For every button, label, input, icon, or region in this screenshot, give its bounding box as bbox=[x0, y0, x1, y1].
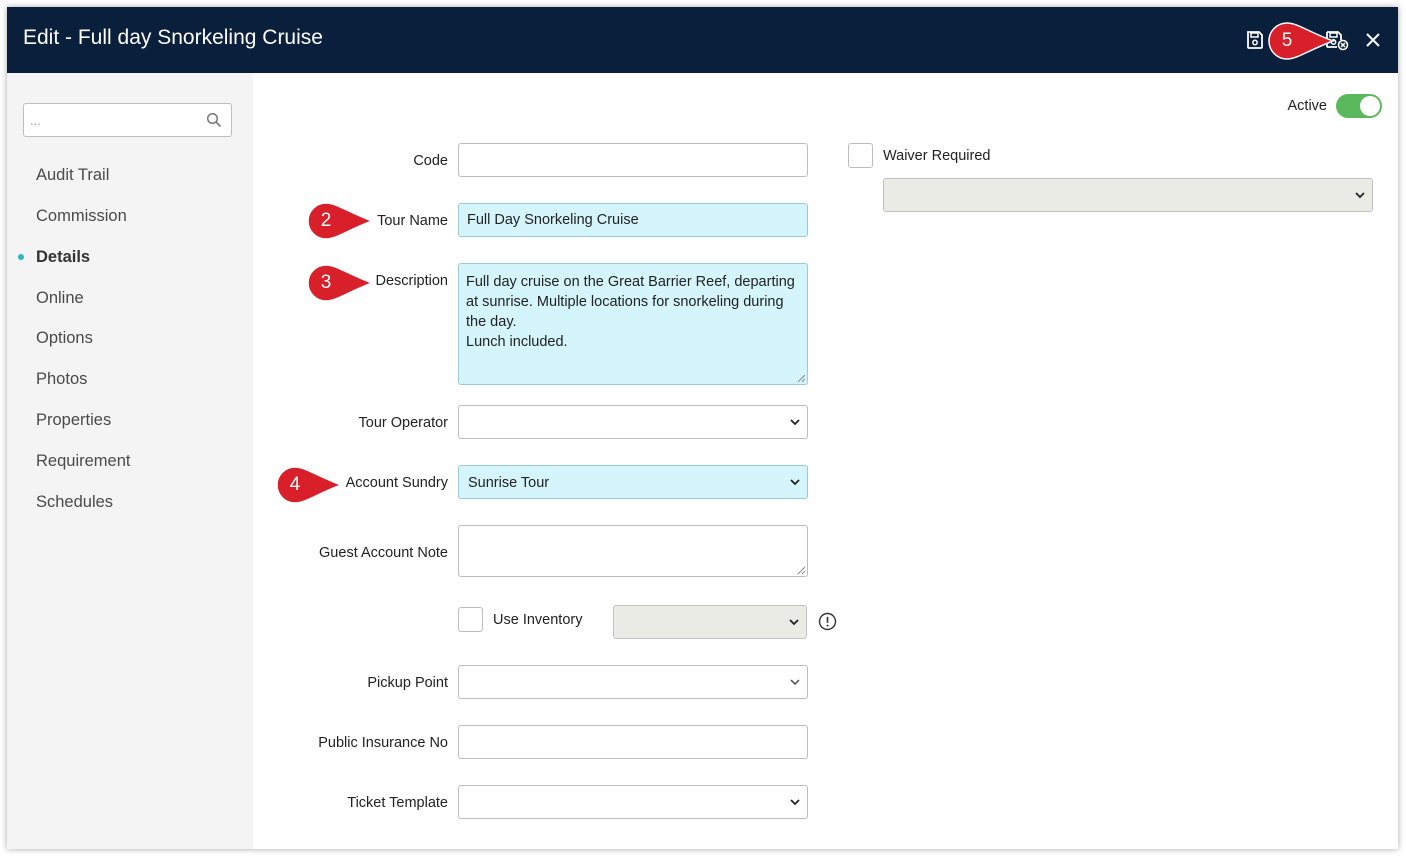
inventory-select bbox=[613, 605, 807, 639]
resize-grip-icon[interactable] bbox=[797, 374, 806, 383]
sidebar-item-photos[interactable]: Photos bbox=[36, 368, 87, 390]
annotation-marker-3: 3 bbox=[306, 263, 376, 303]
annotation-marker-4: 4 bbox=[275, 465, 345, 505]
annotation-marker-5: 5 bbox=[1267, 21, 1337, 61]
tour-name-input[interactable]: Full Day Snorkeling Cruise bbox=[458, 203, 808, 237]
window-title: Edit - Full day Snorkeling Cruise bbox=[23, 26, 323, 49]
sidebar: Audit Trail Commission Details Online Op… bbox=[7, 73, 253, 849]
resize-grip-icon[interactable] bbox=[797, 566, 806, 575]
active-indicator bbox=[18, 254, 24, 260]
tour-operator-select[interactable] bbox=[458, 405, 808, 439]
sidebar-item-online[interactable]: Online bbox=[36, 287, 84, 309]
chevron-down-icon bbox=[790, 679, 800, 685]
public-insurance-label: Public Insurance No bbox=[318, 735, 448, 751]
edit-tour-window: Edit - Full day Snorkeling Cruise Audit … bbox=[7, 7, 1398, 849]
sidebar-item-options[interactable]: Options bbox=[36, 327, 93, 349]
use-inventory-label: Use Inventory bbox=[493, 612, 583, 628]
active-label: Active bbox=[1287, 98, 1328, 114]
chevron-down-icon bbox=[1355, 192, 1365, 199]
description-textarea[interactable]: Full day cruise on the Great Barrier Ree… bbox=[458, 263, 808, 385]
use-inventory-checkbox[interactable] bbox=[458, 607, 483, 632]
public-insurance-input[interactable] bbox=[458, 725, 808, 759]
sidebar-item-details[interactable]: Details bbox=[36, 246, 90, 268]
ticket-template-select[interactable] bbox=[458, 785, 808, 819]
chevron-down-icon bbox=[790, 479, 800, 486]
info-icon[interactable] bbox=[818, 612, 837, 631]
code-label: Code bbox=[413, 153, 448, 169]
sidebar-search[interactable] bbox=[23, 103, 232, 137]
sidebar-item-properties[interactable]: Properties bbox=[36, 409, 111, 431]
search-icon bbox=[206, 112, 222, 128]
title-bar: Edit - Full day Snorkeling Cruise bbox=[7, 7, 1398, 73]
pickup-point-select[interactable] bbox=[458, 665, 808, 699]
sidebar-item-schedules[interactable]: Schedules bbox=[36, 491, 113, 513]
guest-account-note-label: Guest Account Note bbox=[319, 545, 448, 561]
sidebar-item-requirement[interactable]: Requirement bbox=[36, 450, 130, 472]
waiver-required-checkbox[interactable] bbox=[848, 143, 873, 168]
chevron-down-icon bbox=[790, 419, 800, 426]
account-sundry-select[interactable]: Sunrise Tour bbox=[458, 465, 808, 499]
pickup-point-label: Pickup Point bbox=[367, 675, 448, 691]
guest-account-note-textarea[interactable] bbox=[458, 525, 808, 577]
waiver-select bbox=[883, 178, 1373, 212]
close-icon[interactable] bbox=[1361, 28, 1385, 52]
chevron-down-icon bbox=[790, 799, 800, 806]
sidebar-item-audit-trail[interactable]: Audit Trail bbox=[36, 164, 109, 186]
code-input[interactable] bbox=[458, 143, 808, 177]
waiver-required-label: Waiver Required bbox=[883, 148, 991, 164]
save-icon[interactable] bbox=[1243, 28, 1267, 52]
annotation-marker-2: 2 bbox=[306, 201, 376, 241]
ticket-template-label: Ticket Template bbox=[347, 795, 448, 811]
sidebar-item-commission[interactable]: Commission bbox=[36, 205, 127, 227]
toggle-knob bbox=[1360, 96, 1380, 116]
search-input[interactable] bbox=[30, 110, 200, 130]
tour-operator-label: Tour Operator bbox=[358, 415, 448, 431]
account-sundry-value: Sunrise Tour bbox=[468, 475, 550, 491]
active-toggle[interactable] bbox=[1336, 94, 1382, 118]
chevron-down-icon bbox=[789, 619, 799, 626]
